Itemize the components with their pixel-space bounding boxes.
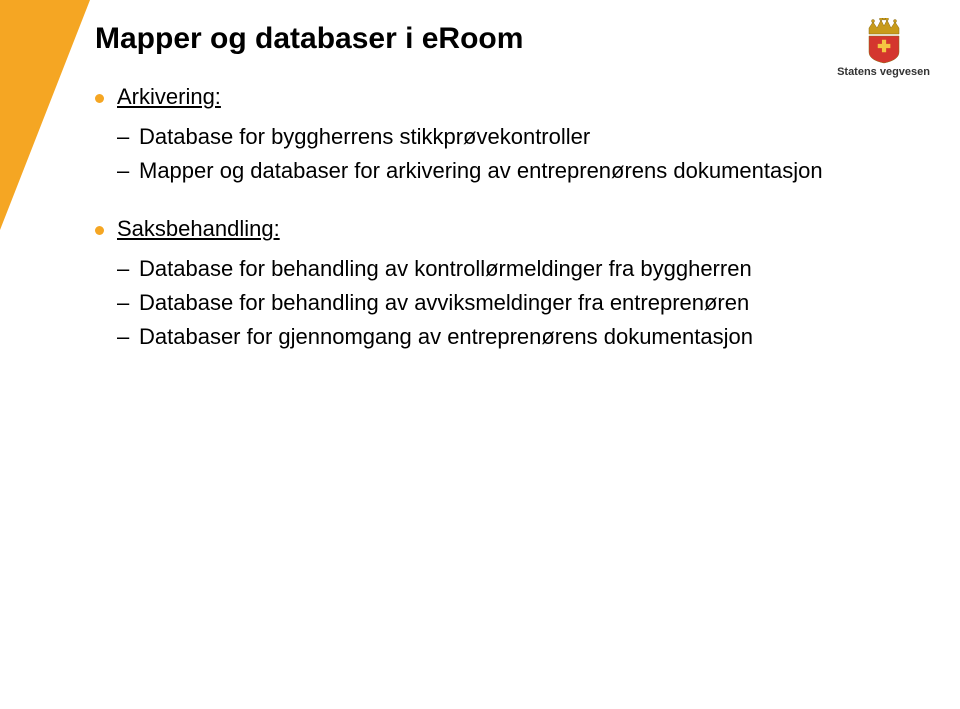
- crown-shield-icon: [855, 18, 913, 64]
- list-item: Mapper og databaser for arkivering av en…: [117, 154, 855, 188]
- section-saksbehandling: Saksbehandling: Database for behandling …: [95, 216, 855, 354]
- list-item: Database for byggherrens stikkprøvekontr…: [117, 120, 855, 154]
- slide-content: Mapper og databaser i eRoom Arkivering: …: [95, 22, 855, 382]
- section-arkivering: Arkivering: Database for byggherrens sti…: [95, 84, 855, 188]
- list-item: Database for behandling av kontrollørmel…: [117, 252, 855, 286]
- list-item: Databaser for gjennomgang av entreprenør…: [117, 320, 855, 354]
- list-item: Database for behandling av avviksmelding…: [117, 286, 855, 320]
- decorative-corner-triangle: [0, 0, 90, 230]
- section-heading: Arkivering:: [117, 84, 221, 110]
- section-heading: Saksbehandling:: [117, 216, 280, 242]
- slide-title: Mapper og databaser i eRoom: [95, 22, 855, 56]
